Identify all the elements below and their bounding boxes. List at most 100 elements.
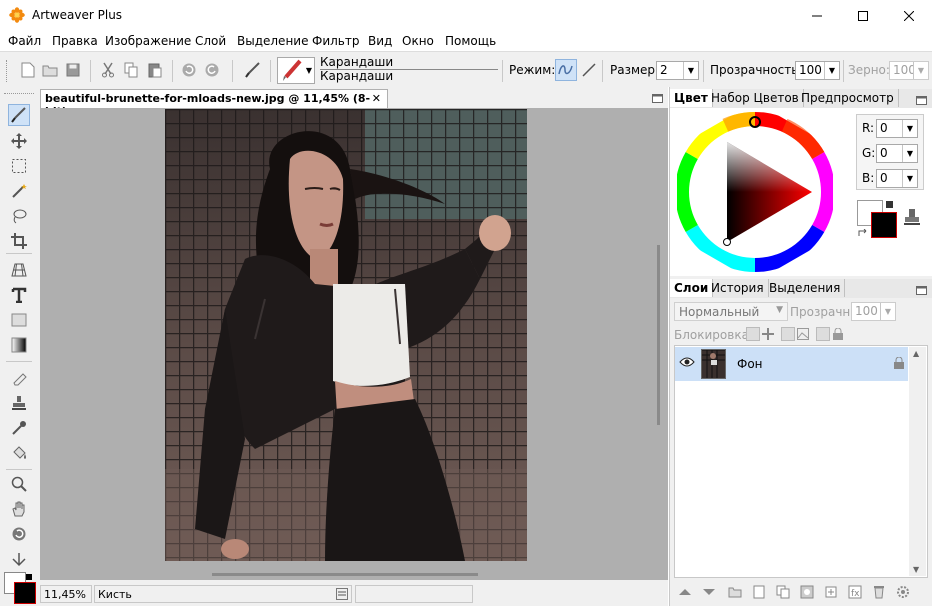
background-color-swatch[interactable] (14, 582, 36, 604)
layers-scrollbar[interactable]: ▲ ▼ (909, 347, 926, 576)
r-value: 0 (880, 121, 888, 135)
tab-history[interactable]: История (707, 279, 769, 297)
cut-button[interactable] (98, 60, 118, 80)
new-file-button[interactable] (18, 60, 38, 80)
status-menu-icon[interactable] (336, 588, 348, 600)
new-layer-icon[interactable] (752, 585, 766, 602)
tab-swatches[interactable]: Набор Цветов (707, 89, 804, 107)
tool-zoom[interactable] (8, 473, 30, 495)
opacity-combo[interactable]: 100 ▼ (795, 61, 840, 80)
horizontal-scrollbar-thumb[interactable] (212, 573, 478, 576)
tool-text[interactable] (8, 284, 30, 306)
stamp-color-icon[interactable] (904, 208, 920, 226)
chevron-down-icon[interactable]: ▼ (902, 170, 917, 187)
menu-window[interactable]: Окно (402, 34, 434, 48)
panel-background-swatch[interactable] (871, 212, 897, 238)
tool-eraser[interactable] (8, 367, 30, 389)
chevron-down-icon[interactable]: ▼ (902, 120, 917, 137)
blend-mode-select[interactable]: Нормальный ▼ (674, 302, 788, 321)
tool-magic-wand[interactable] (8, 180, 30, 202)
layer-settings-icon[interactable] (896, 585, 910, 602)
document-menu-icon[interactable] (652, 92, 663, 103)
r-input[interactable]: 0 ▼ (876, 119, 918, 138)
menu-layer[interactable]: Слой (195, 34, 226, 48)
open-file-button[interactable] (40, 60, 60, 80)
panel-menu-icon[interactable] (916, 94, 927, 105)
mode-straight-button[interactable] (579, 60, 599, 80)
menu-image[interactable]: Изображение (105, 34, 191, 48)
move-layer-down-icon[interactable] (702, 585, 716, 602)
magnifier-icon (11, 476, 27, 492)
reset-colors-icon[interactable] (26, 574, 32, 580)
layer-mask-icon[interactable] (800, 585, 814, 602)
menu-filter[interactable]: Фильтр (312, 34, 359, 48)
eye-icon[interactable] (679, 356, 695, 371)
chevron-down-icon[interactable]: ▼ (824, 62, 839, 79)
minimize-button[interactable] (794, 0, 840, 31)
brush-tool-button[interactable] (243, 60, 263, 80)
vertical-scrollbar-thumb[interactable] (657, 245, 660, 425)
tool-crop[interactable] (8, 230, 30, 252)
tool-fill[interactable] (8, 442, 30, 464)
copy-button[interactable] (121, 60, 141, 80)
menu-view[interactable]: Вид (368, 34, 392, 48)
document-tab[interactable]: beautiful-brunette-for-mloads-new.jpg @ … (40, 89, 388, 118)
tool-move[interactable] (8, 130, 30, 152)
redo-button[interactable] (202, 60, 222, 80)
chevron-down-icon[interactable]: ▼ (902, 145, 917, 162)
close-button[interactable] (886, 0, 932, 31)
tool-perspective[interactable] (8, 259, 30, 281)
panel-menu-icon[interactable] (916, 284, 927, 295)
tool-shape[interactable] (8, 309, 30, 331)
undo-button[interactable] (179, 60, 199, 80)
menu-selection[interactable]: Выделение (237, 34, 308, 48)
canvas-image[interactable] (165, 109, 527, 561)
close-document-icon[interactable]: ✕ (372, 92, 381, 105)
blend-mode-value: Нормальный (679, 305, 760, 319)
scroll-up-icon[interactable]: ▲ (913, 349, 919, 358)
tool-rotate[interactable] (8, 523, 30, 545)
layer-row[interactable]: Фон (675, 347, 908, 381)
scroll-down-icon[interactable]: ▼ (913, 565, 919, 574)
tool-eyedropper[interactable] (8, 417, 30, 439)
brush-preset-selector[interactable]: ▼ (277, 57, 315, 84)
eraser-icon (13, 373, 27, 386)
delete-layer-icon[interactable] (872, 585, 886, 602)
brush-icon (245, 62, 260, 78)
lock-pixels-checkbox[interactable] (781, 327, 795, 341)
duplicate-layer-icon[interactable] (776, 585, 790, 602)
paste-button[interactable] (145, 60, 165, 80)
color-wheel[interactable] (675, 112, 835, 272)
b-input[interactable]: 0 ▼ (876, 169, 918, 188)
maximize-button[interactable] (840, 0, 886, 31)
tool-brush[interactable] (8, 104, 30, 126)
tool-gradient[interactable] (8, 334, 30, 356)
menu-file[interactable]: Файл (8, 34, 41, 48)
tool-rect-select[interactable] (8, 155, 30, 177)
tab-preview[interactable]: Предпросмотр (797, 89, 899, 107)
reset-colors-icon[interactable] (886, 201, 893, 208)
tool-hand[interactable] (8, 498, 30, 520)
menu-help[interactable]: Помощь (445, 34, 496, 48)
tab-selections[interactable]: Выделения (765, 279, 846, 297)
brush-variant: Карандаши (320, 69, 394, 83)
merge-layer-icon[interactable] (824, 585, 838, 602)
menu-edit[interactable]: Правка (52, 34, 98, 48)
mode-freehand-button[interactable] (555, 59, 577, 81)
tool-warp[interactable] (8, 548, 30, 570)
lock-transparency-checkbox[interactable] (746, 327, 760, 341)
title-bar: Artweaver Plus (0, 0, 932, 31)
g-input[interactable]: 0 ▼ (876, 144, 918, 163)
layer-effects-icon[interactable]: fx (848, 585, 862, 602)
chevron-down-icon[interactable]: ▼ (683, 62, 698, 79)
swap-colors-icon[interactable] (858, 228, 868, 238)
size-combo[interactable]: 2 ▼ (656, 61, 699, 80)
save-button[interactable] (63, 60, 83, 80)
chevron-down-icon: ▼ (880, 303, 895, 320)
move-layer-up-icon[interactable] (678, 585, 692, 602)
layer-name: Фон (737, 357, 763, 371)
lock-all-checkbox[interactable] (816, 327, 830, 341)
tool-lasso[interactable] (8, 205, 30, 227)
tool-clone-stamp[interactable] (8, 392, 30, 414)
new-group-icon[interactable] (728, 585, 742, 602)
